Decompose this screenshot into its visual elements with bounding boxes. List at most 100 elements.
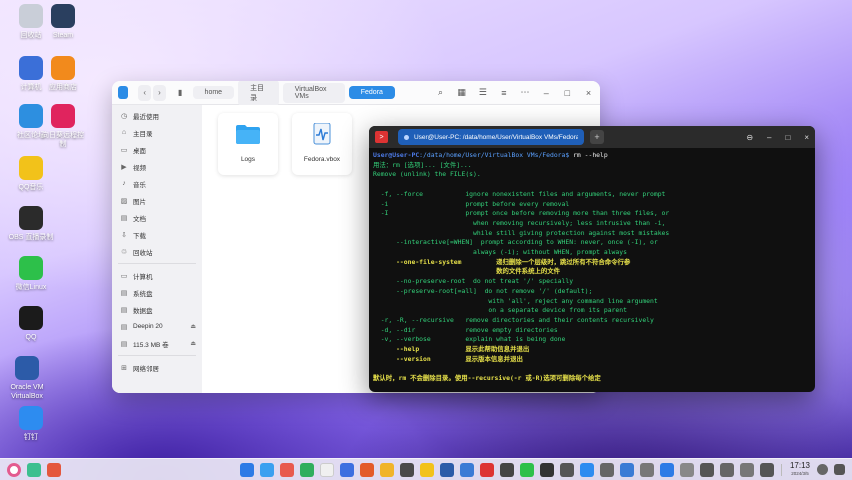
- taskbar-app-icon[interactable]: [499, 462, 514, 477]
- eject-icon[interactable]: ⏏: [190, 340, 196, 347]
- detail-view-icon[interactable]: ≡: [498, 86, 509, 100]
- minimize-icon[interactable]: –: [541, 86, 552, 100]
- taskbar-app-icon[interactable]: [759, 462, 774, 477]
- taskbar-app-icon[interactable]: [539, 462, 554, 477]
- close-icon[interactable]: ×: [804, 133, 809, 142]
- taskbar-app-icon[interactable]: [419, 462, 434, 477]
- sidebar-item-label: 网络邻居: [133, 365, 159, 373]
- root-disk-icon[interactable]: ▮: [174, 85, 187, 101]
- close-icon[interactable]: ×: [583, 86, 594, 100]
- desktop-icon[interactable]: 钉钉: [8, 406, 54, 442]
- taskbar-app-icon[interactable]: [439, 462, 454, 477]
- taskbar-app-icon[interactable]: [739, 462, 754, 477]
- breadcrumb-home[interactable]: home: [192, 86, 235, 99]
- sidebar-item[interactable]: ♪ 音乐: [112, 175, 202, 192]
- taskbar-app-icon[interactable]: [339, 462, 354, 477]
- taskbar-app-icon[interactable]: [719, 462, 734, 477]
- maximize-icon[interactable]: □: [785, 133, 790, 142]
- sidebar-item[interactable]: ◷ 最近使用: [112, 107, 202, 124]
- app-icon: [51, 104, 75, 128]
- sidebar-item[interactable]: ▶ 视频: [112, 158, 202, 175]
- sidebar-item[interactable]: ⌂ 主目录: [112, 124, 202, 141]
- menu-icon[interactable]: ⊖: [746, 133, 753, 142]
- maximize-icon[interactable]: □: [562, 86, 573, 100]
- terminal-tab[interactable]: User@User-PC: /data/home/User/VirtualBox…: [398, 129, 584, 145]
- sidebar-item[interactable]: ▭ 计算机: [112, 267, 202, 284]
- taskbar-app-icon[interactable]: [559, 462, 574, 477]
- taskbar-app-icon[interactable]: [459, 462, 474, 477]
- taskbar-app-icon[interactable]: [679, 462, 694, 477]
- sidebar-item-label: 音乐: [133, 181, 146, 189]
- power-icon[interactable]: [834, 464, 845, 475]
- desktop-icon[interactable]: QQ: [8, 306, 54, 342]
- search-icon[interactable]: ⌕: [435, 86, 446, 100]
- desktop-icon[interactable]: 向日葵远程控制: [40, 104, 86, 149]
- taskbar-app-icon[interactable]: [479, 462, 494, 477]
- sidebar-item[interactable]: ⊞ 网络邻居: [112, 359, 202, 376]
- app-icon: [19, 206, 43, 230]
- taskbar-app-icon[interactable]: [659, 462, 674, 477]
- back-button[interactable]: ‹: [138, 84, 152, 101]
- desktop-icon[interactable]: QQ音乐: [8, 156, 54, 192]
- file-tile-fedora-vbox[interactable]: Fedora.vbox: [292, 113, 352, 175]
- menu-icon[interactable]: ⋯: [519, 86, 530, 100]
- terminal-titlebar[interactable]: > User@User-PC: /data/home/User/VirtualB…: [369, 126, 815, 148]
- taskbar-app-icon[interactable]: [639, 462, 654, 477]
- clock[interactable]: 17:13 2024/3/5: [790, 461, 810, 478]
- desktop-icon[interactable]: Oracle VM VirtualBox: [4, 356, 50, 401]
- sidebar-item-icon: ⇩: [121, 231, 127, 239]
- taskbar-app-icon[interactable]: [239, 462, 254, 477]
- taskbar-app-icon[interactable]: [599, 462, 614, 477]
- taskbar-app-icon[interactable]: [359, 462, 374, 477]
- app-icon: [51, 56, 75, 80]
- list-view-icon[interactable]: ☰: [477, 86, 488, 100]
- terminal-output[interactable]: User@User-PC:/data/home/User/VirtualBox …: [369, 148, 815, 387]
- sidebar-item-icon: ◷: [120, 112, 128, 120]
- terminal-line: 用法：rm [选项]... [文件]...: [373, 160, 472, 169]
- file-tile-logs[interactable]: Logs: [218, 113, 278, 175]
- sidebar-item[interactable]: ⇩ 下载: [112, 226, 202, 243]
- workspace-icon[interactable]: [47, 462, 61, 477]
- breadcrumb-fedora[interactable]: Fedora: [348, 86, 395, 99]
- sidebar-item-label: 最近使用: [133, 113, 159, 121]
- sidebar-item[interactable]: ▤ 系统盘: [112, 284, 202, 301]
- app-icon: [51, 4, 75, 28]
- taskbar-app-icon[interactable]: [519, 462, 534, 477]
- desktop-icon-label: OBS 直播录制: [8, 234, 54, 241]
- forward-button[interactable]: ›: [153, 84, 166, 101]
- sidebar-item-icon: ♲: [120, 248, 128, 256]
- desktop-icon[interactable]: Steam: [40, 4, 86, 40]
- taskbar-app-icon[interactable]: [279, 462, 294, 477]
- sidebar-item[interactable]: ▤ 数据盘: [112, 301, 202, 318]
- sidebar-item[interactable]: ▨ 图片: [112, 192, 202, 209]
- taskbar-app-icon[interactable]: [699, 462, 714, 477]
- file-manager-titlebar[interactable]: ‹ › ▮ home 主目录 VirtualBox VMs Fedora ⌕ ▦…: [112, 81, 600, 106]
- taskbar-app-icon[interactable]: [579, 462, 594, 477]
- sidebar-item[interactable]: ♲ 回收站: [112, 243, 202, 260]
- terminal-window[interactable]: > User@User-PC: /data/home/User/VirtualB…: [369, 126, 815, 392]
- notification-icon[interactable]: [817, 464, 828, 475]
- multitask-view-icon[interactable]: [27, 462, 41, 477]
- sidebar-item[interactable]: ▭ 桌面: [112, 141, 202, 158]
- taskbar-app-icon[interactable]: [299, 462, 314, 477]
- sidebar-item[interactable]: ▤ 115.3 MB 卷 ⏏: [112, 335, 202, 352]
- sidebar-item[interactable]: ▤ Deepin 20 ⏏: [112, 318, 202, 335]
- taskbar-app-icon[interactable]: [399, 462, 414, 477]
- breadcrumb-main-dir[interactable]: 主目录: [238, 81, 279, 106]
- taskbar-app-icon[interactable]: [259, 462, 274, 477]
- desktop-icon[interactable]: OBS 直播录制: [8, 206, 54, 242]
- eject-icon[interactable]: ⏏: [190, 323, 196, 330]
- desktop-icon[interactable]: 微信Linux: [8, 256, 54, 292]
- taskbar-app-icon[interactable]: [319, 462, 334, 477]
- new-tab-button[interactable]: +: [590, 130, 604, 144]
- minimize-icon[interactable]: –: [767, 133, 771, 142]
- desktop-icon[interactable]: 应用商店: [40, 56, 86, 92]
- breadcrumb-virtualbox-vms[interactable]: VirtualBox VMs: [282, 82, 345, 103]
- sidebar-item-label: 文档: [133, 215, 146, 223]
- launcher-icon[interactable]: [7, 462, 21, 477]
- taskbar-app-icon[interactable]: [379, 462, 394, 477]
- sidebar-item[interactable]: ▤ 文档: [112, 209, 202, 226]
- icon-view-icon[interactable]: ▦: [456, 86, 467, 100]
- taskbar-app-icon[interactable]: [619, 462, 634, 477]
